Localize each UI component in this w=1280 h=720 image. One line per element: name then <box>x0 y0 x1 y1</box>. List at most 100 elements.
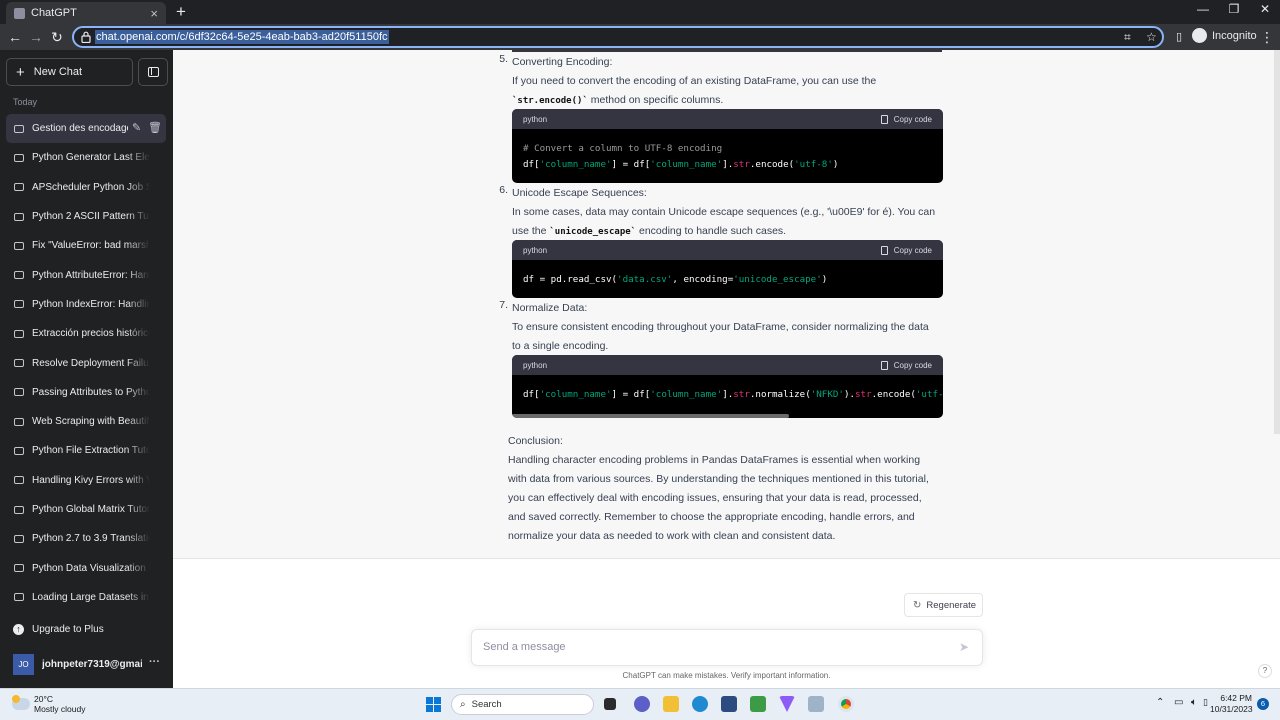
account-menu[interactable]: JO johnpeter7319@gmail.com ··· <box>13 654 160 675</box>
chat-bubble-icon <box>14 476 24 485</box>
code-token: ). <box>843 389 856 400</box>
copy-code-button[interactable]: Copy code <box>880 360 932 370</box>
message-input[interactable]: Send a message <box>483 641 566 653</box>
sidebar-chat-title: Gestion des encodage <box>32 123 128 135</box>
code-token: df = pd.read_csv( <box>523 274 618 285</box>
taskbar: 20°C Mostly cloudy ⌕ Search ⌃ ▭ 🔈︎ ▯ 6:4… <box>0 688 1280 720</box>
code-string: 'column_name' <box>539 389 612 400</box>
sidebar-chat-item[interactable]: Python Global Matrix Tutorial <box>6 495 166 524</box>
taskbar-search[interactable]: ⌕ Search <box>451 694 594 715</box>
list-number: 5. <box>499 53 508 65</box>
help-button[interactable]: ? <box>1258 664 1272 678</box>
code-string: 'column_name' <box>650 159 723 170</box>
system-clock[interactable]: 6:42 PM 10/31/2023 <box>1210 693 1253 715</box>
incognito-indicator[interactable]: Incognito <box>1192 28 1257 43</box>
sidebar-chat-title: Python Global Matrix Tutorial <box>32 504 150 515</box>
chat-scrollbar[interactable] <box>1274 50 1280 434</box>
network-icon[interactable]: ▭ <box>1174 697 1183 708</box>
sidebar-chat-item[interactable]: Handling Kivy Errors with Various <box>6 466 166 495</box>
more-options-icon[interactable]: ··· <box>149 656 160 668</box>
new-chat-button[interactable]: + New Chat <box>6 58 133 86</box>
browser-tab[interactable]: ChatGPT × <box>6 2 166 24</box>
incognito-label: Incognito <box>1212 29 1257 42</box>
upgrade-to-plus-button[interactable]: ↑ Upgrade to Plus <box>13 624 104 635</box>
sidebar-chat-item[interactable]: APScheduler Python Job Scheduling <box>6 173 166 202</box>
app-icon[interactable] <box>808 696 824 712</box>
edit-icon[interactable]: ✎ <box>132 121 141 134</box>
sidebar-chat-item[interactable]: Gestion des encodage ✎ 🗑︎ <box>6 114 166 144</box>
send-icon[interactable]: ➤ <box>959 640 969 654</box>
code-token: ] = df[ <box>611 159 651 170</box>
message-composer[interactable]: Send a message ➤ <box>471 629 983 666</box>
new-tab-icon[interactable]: + <box>174 2 188 22</box>
copy-code-button[interactable]: Copy code <box>880 114 932 124</box>
delete-icon[interactable]: 🗑︎ <box>148 121 162 134</box>
sidebar-chat-item[interactable]: Python File Extraction Tutorial <box>6 436 166 465</box>
forward-icon[interactable]: → <box>27 28 45 46</box>
address-bar[interactable]: chat.openai.com/c/6df32c64-5e25-4eab-bab… <box>72 26 1164 48</box>
code-token: ) <box>832 159 839 170</box>
sidebar-chat-item[interactable]: Python Generator Last Element <box>6 143 166 172</box>
sidebar-chat-title: Resolve Deployment Failures <box>32 357 150 369</box>
sidebar-chat-item[interactable]: Python Data Visualization Tutorial <box>6 553 166 582</box>
code-token: .normalize( <box>749 389 811 400</box>
code-keyword: str <box>855 389 872 400</box>
browser-menu-icon[interactable]: ⋮ <box>1258 28 1276 46</box>
restore-icon[interactable]: ❐ <box>1219 2 1249 16</box>
clipboard-icon <box>880 245 888 255</box>
sidebar-chat-item[interactable]: Python IndexError: Handling <box>6 290 166 319</box>
notification-badge[interactable]: 6 <box>1257 698 1269 710</box>
weather-widget[interactable]: 20°C Mostly cloudy <box>12 694 86 714</box>
chat-bubble-icon <box>14 388 24 397</box>
sidebar-chat-item[interactable]: Loading Large Datasets in Pandas <box>6 583 166 612</box>
window-close-icon[interactable]: ✕ <box>1250 2 1280 16</box>
code-language: python <box>523 245 548 255</box>
minimize-icon[interactable]: — <box>1188 2 1218 16</box>
sidebar-chat-item[interactable]: Python 2.7 to 3.9 Translation <box>6 524 166 553</box>
sidebar-chat-item[interactable]: Web Scraping with BeautifulSoup <box>6 407 166 436</box>
inline-code: `unicode_escape` <box>549 227 637 237</box>
edge-browser-icon[interactable] <box>692 696 708 712</box>
reload-icon[interactable]: ↻ <box>48 28 66 46</box>
copy-code-button[interactable]: Copy code <box>880 245 932 255</box>
sidebar-chat-title: Python AttributeError: Handling <box>32 269 150 281</box>
sidebar-chat-title: Fix "ValueError: bad marshal data" <box>32 240 150 252</box>
show-hidden-icons-icon[interactable]: ⌃ <box>1156 697 1164 708</box>
item-heading: Normalize Data: <box>512 302 588 314</box>
sidebar-chat-item[interactable]: Passing Attributes to Python <box>6 378 166 407</box>
weather-condition: Mostly cloudy <box>34 704 86 714</box>
start-button-icon[interactable] <box>426 697 441 712</box>
inline-code: `str.encode()` <box>512 96 588 106</box>
volume-icon[interactable]: 🔈︎ <box>1191 697 1197 708</box>
close-sidebar-button[interactable] <box>138 58 168 86</box>
code-string: 'column_name' <box>650 389 723 400</box>
tab-close-icon[interactable]: × <box>150 6 158 21</box>
code-horizontal-scrollbar[interactable] <box>512 414 789 418</box>
bookmark-star-icon[interactable]: ☆ <box>1146 30 1157 44</box>
file-explorer-icon[interactable] <box>663 696 679 712</box>
side-panel-icon[interactable]: ▯ <box>1170 28 1188 46</box>
app-icon[interactable] <box>779 696 795 712</box>
site-info-icon[interactable] <box>81 31 91 43</box>
microsoft-store-icon[interactable] <box>721 696 737 712</box>
regenerate-label: Regenerate <box>926 599 977 611</box>
conclusion-line: and saved correctly. Remember to choose … <box>508 511 915 523</box>
battery-icon[interactable]: ▯ <box>1203 697 1208 708</box>
task-view-icon[interactable] <box>604 698 616 710</box>
chat-bubble-icon <box>14 359 24 368</box>
sidebar-chat-item[interactable]: Python AttributeError: Handling <box>6 260 166 289</box>
sidebar-chat-title: Python Generator Last Element <box>32 152 150 164</box>
code-token: df[ <box>523 389 540 400</box>
teams-chat-icon[interactable] <box>634 696 650 712</box>
sidebar-chat-item[interactable]: Fix "ValueError: bad marshal data" <box>6 231 166 260</box>
back-icon[interactable]: ← <box>6 28 24 46</box>
sidebar-chat-item[interactable]: Resolve Deployment Failures <box>6 348 166 377</box>
app-icon[interactable] <box>750 696 766 712</box>
url-text[interactable]: chat.openai.com/c/6df32c64-5e25-4eab-bab… <box>95 30 389 44</box>
sidebar-chat-item[interactable]: Python 2 ASCII Pattern Tutorial <box>6 202 166 231</box>
code-token: ) <box>821 274 828 285</box>
tab-search-icon[interactable]: ⌗ <box>1124 30 1131 45</box>
regenerate-button[interactable]: ↻ Regenerate <box>904 593 983 617</box>
sidebar-chat-item[interactable]: Extracción precios históricos <box>6 319 166 348</box>
chrome-browser-icon[interactable] <box>838 696 854 712</box>
